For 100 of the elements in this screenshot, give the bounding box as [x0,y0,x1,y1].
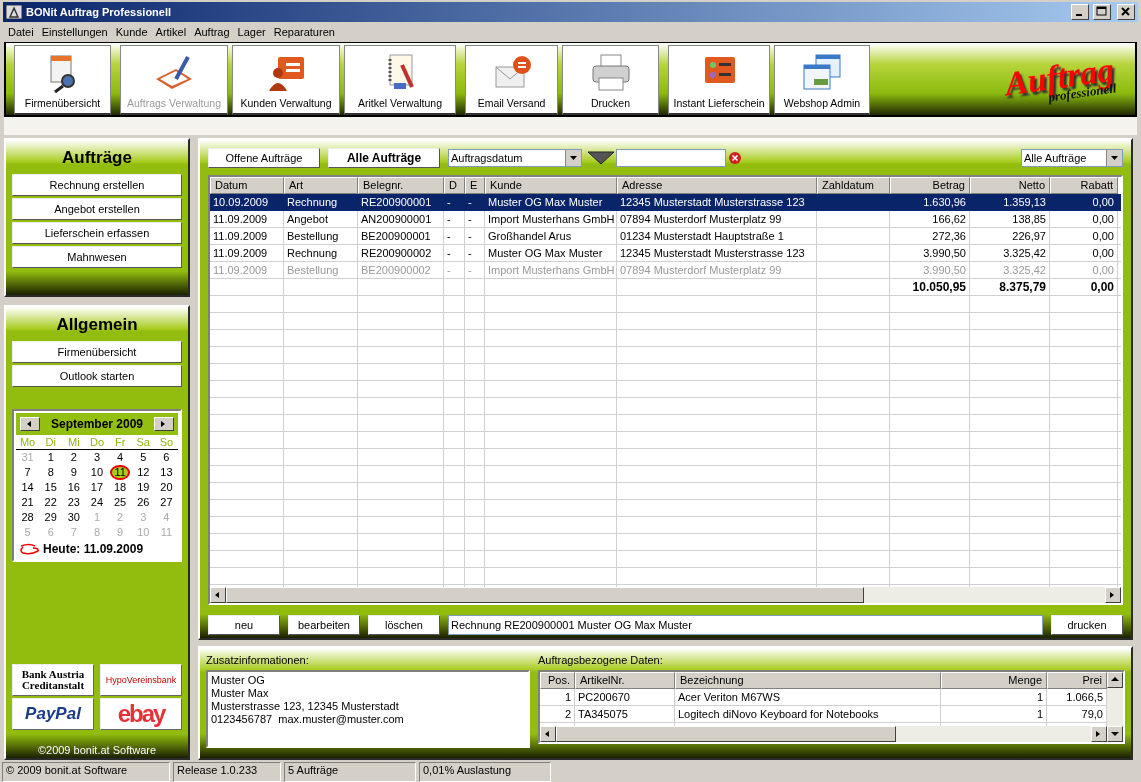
horizontal-scrollbar[interactable] [210,587,1121,603]
column-header[interactable]: D [444,177,465,194]
calendar-day[interactable]: 15 [42,480,59,495]
calendar-day[interactable]: 26 [135,495,152,510]
calendar-day[interactable]: 21 [19,495,36,510]
menu-item[interactable]: Artikel [151,26,191,38]
menu-item[interactable]: Reparaturen [269,26,339,38]
calendar-day[interactable]: 27 [158,495,175,510]
scroll-button[interactable] [1107,672,1123,688]
toolbar-button[interactable]: Aritkel Verwaltung [344,45,456,115]
calendar-day[interactable]: 25 [112,495,129,510]
column-header[interactable]: Datum [210,177,284,194]
search-field[interactable] [616,149,726,167]
toolbar-button[interactable]: Kunden Verwaltung [232,45,340,115]
column-header[interactable]: ArtikelNr. [575,672,675,689]
sidebar-button[interactable]: Outlook starten [12,365,182,387]
partner-logo[interactable]: HypoVereinsbank [100,664,182,696]
toolbar-button[interactable]: Firmenübersicht [14,45,111,115]
table-row[interactable]: 10.09.2009 Rechnung RE200900001 - - Muster OG Max Muster 12345 Musterstadt Musterstrasse 123 1.630,96 1.359,13 0,00 [210,194,1121,211]
filter-toggle-icon[interactable] [588,151,614,165]
sidebar-button[interactable]: Rechnung erstellen [12,174,182,196]
calendar-day[interactable]: 6 [161,450,172,465]
calendar-day[interactable]: 4 [115,450,126,465]
column-header[interactable]: Belegnr. [358,177,444,194]
partner-logo[interactable]: Bank Austria Creditanstalt [12,664,94,696]
column-header[interactable]: Bezeichnung [675,672,941,689]
calendar-day[interactable]: 17 [88,480,106,495]
action-button[interactable]: neu [208,615,280,635]
toolbar-button[interactable]: Drucken [562,45,659,115]
partner-logo[interactable]: PayPal [12,698,94,730]
toolbar-button[interactable]: Instant Lieferschein [668,45,770,115]
scroll-thumb[interactable] [226,587,864,603]
details-text[interactable]: Muster OG Muster Max Musterstrasse 123, 12345 Musterstadt 0123456787 max.muster@muster.com [206,670,530,748]
scroll-button[interactable] [1091,726,1107,742]
calendar-day[interactable]: 29 [42,510,59,525]
scroll-button[interactable] [1107,726,1123,742]
toolbar-button[interactable]: Email Versand [465,45,558,115]
summary-field[interactable]: Rechnung RE200900001 Muster OG Max Muster [448,615,1043,635]
calendar-day[interactable]: 18 [112,480,129,495]
close-icon[interactable] [1117,4,1135,20]
calendar-day[interactable]: 8 [45,465,56,480]
date-field-dropdown[interactable]: Auftragsdatum [448,149,582,167]
calendar-day[interactable]: 9 [68,465,79,480]
scroll-button[interactable] [210,587,226,603]
calendar-day[interactable]: 2 [68,450,79,465]
scroll-thumb[interactable] [556,726,897,742]
calendar-day[interactable]: 1 [45,450,56,465]
menu-item[interactable]: Datei [4,26,38,38]
calendar-day[interactable]: 7 [22,465,33,480]
column-header[interactable]: Pos. [540,672,575,689]
sidebar-button[interactable]: Mahnwesen [12,246,182,268]
filter-tab[interactable]: Offene Aufträge [208,148,320,168]
column-header[interactable]: Art [284,177,358,194]
calendar-day[interactable]: 30 [65,510,82,525]
column-header[interactable]: Betrag [890,177,970,194]
column-header[interactable]: Menge [941,672,1047,689]
column-header[interactable]: E [465,177,485,194]
column-header[interactable]: Zahldatum [817,177,890,194]
table-row[interactable]: 11.09.2009 Rechnung RE200900002 - - Muster OG Max Muster 12345 Musterstadt Musterstrasse 123 3.990,50 3.325,42 0,00 [210,245,1121,262]
action-button[interactable]: bearbeiten [288,615,360,635]
print-button[interactable]: drucken [1051,615,1123,635]
calendar-day[interactable]: 14 [19,480,36,495]
clear-icon[interactable] [728,151,742,165]
vertical-scrollbar[interactable] [1107,672,1123,742]
calendar-day[interactable]: 13 [158,465,175,480]
minimize-icon[interactable] [1071,4,1089,20]
calendar-day[interactable]: 5 [138,450,149,465]
calendar-day[interactable]: 24 [88,495,106,510]
scroll-button[interactable] [540,726,556,742]
calendar-day[interactable]: 10 [88,465,106,480]
calendar-day[interactable]: 19 [135,480,152,495]
table-row[interactable]: 11.09.2009 Angebot AN200900001 - - Import Musterhans GmbH 07894 Musterdorf Musterplatz 99 166,62 138,85 0,00 [210,211,1121,228]
next-month-button[interactable] [154,417,174,431]
menu-item[interactable]: Einstellungen [37,26,112,38]
scroll-button[interactable] [1105,587,1121,603]
menu-item[interactable]: Kunde [111,26,152,38]
calendar-day[interactable]: 12 [135,465,152,480]
column-header[interactable]: Adresse [617,177,817,194]
previous-month-button[interactable] [20,417,40,431]
calendar-day[interactable]: 22 [42,495,59,510]
column-header[interactable]: Prei [1047,672,1107,689]
horizontal-scrollbar[interactable] [540,726,1107,742]
calendar-day[interactable]: 16 [65,480,82,495]
calendar-day[interactable]: 23 [65,495,82,510]
view-dropdown[interactable]: Alle Aufträge [1021,149,1123,167]
column-header[interactable]: Rabatt [1050,177,1118,194]
column-header[interactable]: Kunde [485,177,617,194]
menu-item[interactable]: Auftrag [190,26,234,38]
table-row[interactable]: 11.09.2009 Bestellung BE200900001 - - Großhandel Arus 01234 Musterstadt Hauptstraße 1 272,36 226,97 0,00 [210,228,1121,245]
calendar-day[interactable]: 11 [110,465,130,480]
sidebar-button[interactable]: Firmenübersicht [12,341,182,363]
menu-item[interactable]: Lager [233,26,270,38]
calendar-day[interactable]: 3 [91,450,103,465]
sidebar-button[interactable]: Lieferschein erfassen [12,222,182,244]
action-button[interactable]: löschen [368,615,440,635]
filter-tab[interactable]: Alle Aufträge [328,148,440,168]
toolbar-button[interactable]: Webshop Admin [774,45,870,115]
calendar-day[interactable]: 20 [158,480,175,495]
calendar-day[interactable]: 28 [19,510,36,525]
maximize-icon[interactable] [1093,4,1111,20]
